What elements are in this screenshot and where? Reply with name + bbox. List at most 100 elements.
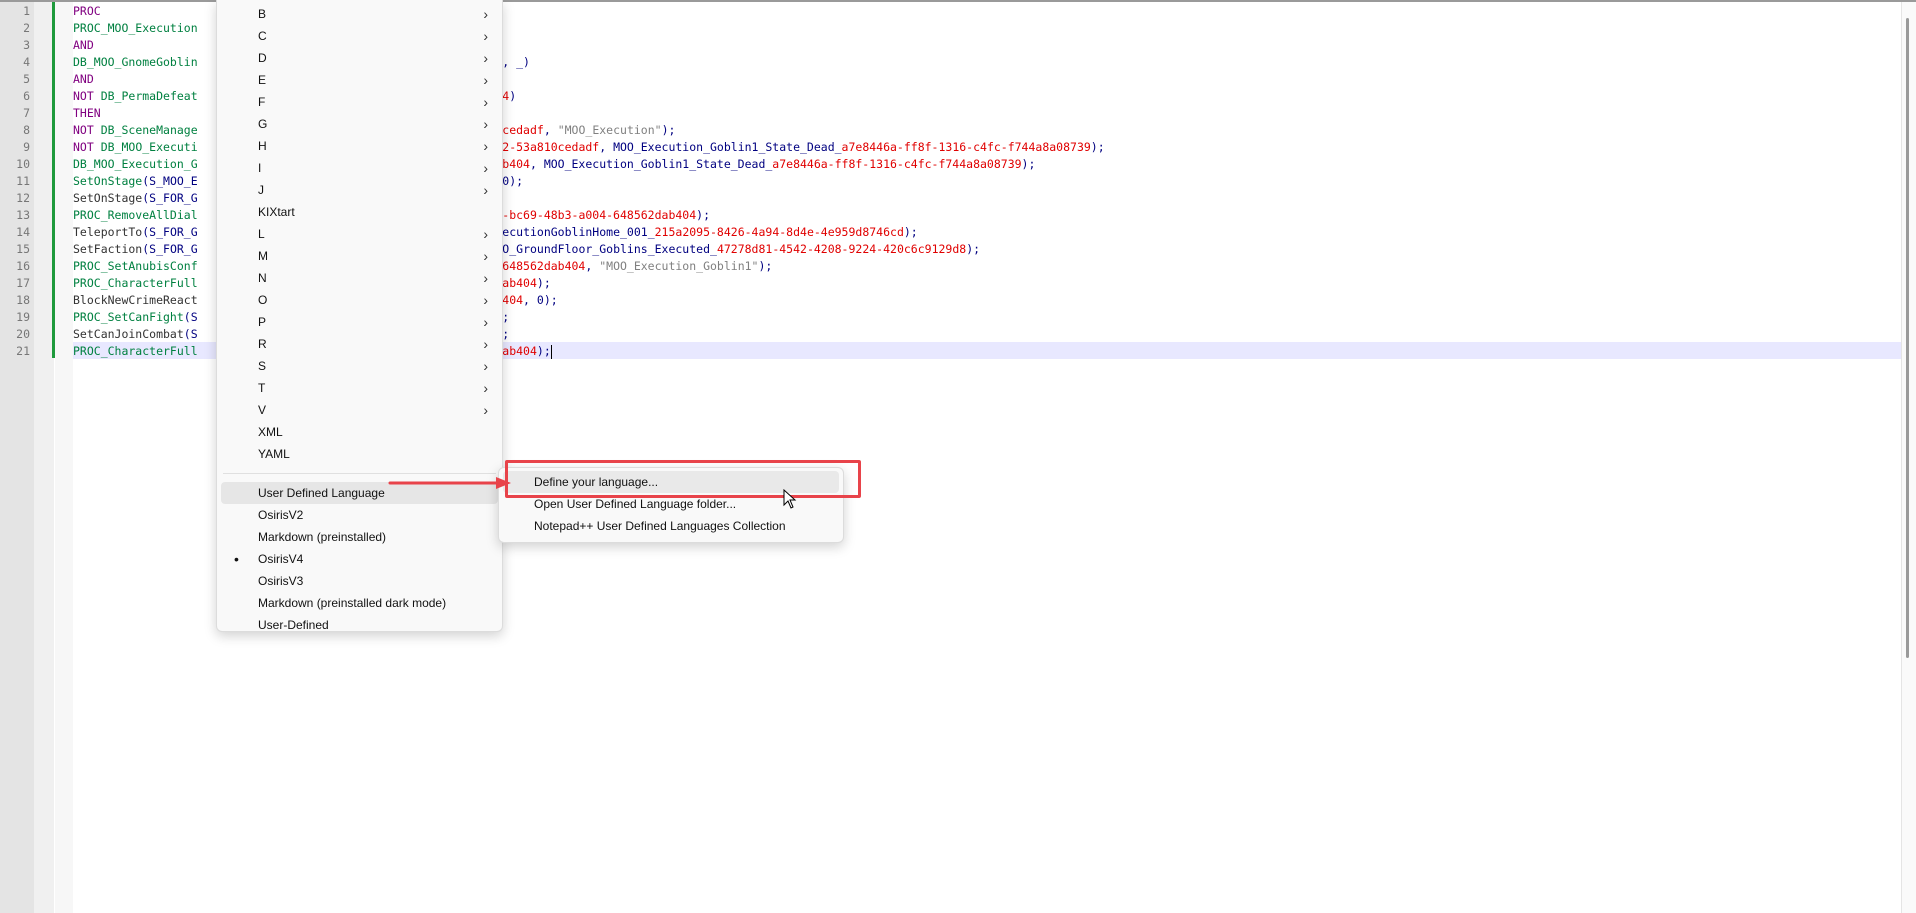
menu-item-label: L (258, 227, 265, 241)
line-number: 20 (16, 327, 30, 341)
menu-item-markdown-preinstalled[interactable]: Markdown (preinstalled) (221, 526, 498, 548)
change-history-bar (52, 2, 55, 358)
chevron-right-icon: › (483, 6, 488, 22)
code-token: DB_MOO_Executi (100, 140, 198, 154)
code-line[interactable]: AND (73, 71, 94, 88)
chevron-right-icon: › (483, 336, 488, 352)
code-token: PROC_RemoveAllDial (73, 208, 198, 222)
menu-item-g[interactable]: G › (221, 113, 498, 135)
menu-item-m[interactable]: M › (221, 245, 498, 267)
chevron-right-icon: › (483, 314, 488, 330)
code-line[interactable]: THEN (73, 105, 101, 122)
code-token: ); (536, 344, 551, 358)
menu-item-kixtart[interactable]: KIXtart (221, 201, 498, 223)
menu-item-n[interactable]: N › (221, 267, 498, 289)
menu-item-label: I (258, 161, 262, 175)
menu-item-label: User-Defined (258, 618, 329, 632)
annotation-highlight-box (505, 460, 861, 498)
menu-item-osirisv2[interactable]: OsirisV2 (221, 504, 498, 526)
menu-item-label: N (258, 271, 267, 285)
menu-item-l[interactable]: L › (221, 223, 498, 245)
menu-item-markdown-preinstalled-dark-mode[interactable]: Markdown (preinstalled dark mode) (221, 592, 498, 614)
code-token: BlockNewCrimeReact (73, 293, 198, 307)
menu-item-label: User Defined Language (258, 486, 385, 500)
chevron-right-icon: › (483, 28, 488, 44)
submenu-item-notepad-user-defined-languages-collection[interactable]: Notepad++ User Defined Languages Collect… (503, 515, 839, 537)
code-token: SetOnStage (73, 191, 143, 205)
line-number: 21 (16, 344, 30, 358)
code-line[interactable]: SetFaction(S_FOR_G 648562dab404, ACT1b_M… (73, 241, 980, 258)
menu-item-d[interactable]: D › (221, 47, 498, 69)
code-line[interactable]: AND (73, 37, 94, 54)
fold-margin[interactable] (34, 2, 54, 913)
code-token: PROC_CharacterFull (73, 344, 198, 358)
menu-item-o[interactable]: O › (221, 289, 498, 311)
line-number: 1 (23, 4, 30, 18)
code-token: DB_MOO_GnomeGoblin (73, 55, 198, 69)
code-token: PROC_SetAnubisConf (73, 259, 198, 273)
code-token: ); (1090, 140, 1105, 154)
chevron-right-icon: › (483, 270, 488, 286)
menu-item-user-defined[interactable]: User-Defined (221, 614, 498, 636)
menu-item-label: H (258, 139, 267, 153)
chevron-right-icon: › (483, 160, 488, 176)
vertical-scrollbar-thumb[interactable] (1906, 18, 1909, 658)
code-token: , 0); (523, 293, 558, 307)
code-token: (S (183, 310, 198, 324)
line-number: 3 (23, 38, 30, 52)
code-token: ); (536, 276, 551, 290)
menu-item-t[interactable]: T › (221, 377, 498, 399)
code-token: PROC_MOO_Execution (73, 21, 198, 35)
code-token: ); (661, 123, 676, 137)
code-token: (S_MOO_E (142, 174, 198, 188)
checked-bullet-icon: • (234, 551, 239, 567)
menu-item-s[interactable]: S › (221, 355, 498, 377)
code-line[interactable]: PROC_MOO_Execution (73, 20, 198, 37)
menu-item-f[interactable]: F › (221, 91, 498, 113)
menu-item-i[interactable]: I › (221, 157, 498, 179)
code-token: (S (183, 327, 198, 341)
menu-item-label: D (258, 51, 267, 65)
menu-item-v[interactable]: V › (221, 399, 498, 421)
menu-item-j[interactable]: J › (221, 179, 498, 201)
menu-item-p[interactable]: P › (221, 311, 498, 333)
line-number: 8 (23, 123, 30, 137)
menu-item-osirisv3[interactable]: OsirisV3 (221, 570, 498, 592)
language-menu: B › C › D › E › F › G › H › I › J › KIXtart L › M › N › O › P › R › S › T… (216, 0, 503, 632)
code-token: , MOO_Execution_Goblin1_State_Dead_ (599, 140, 842, 154)
menu-item-yaml[interactable]: YAML (221, 443, 498, 465)
menu-item-label: O (258, 293, 268, 307)
code-token: , (543, 123, 558, 137)
menu-item-b[interactable]: B › (221, 3, 498, 25)
menu-item-h[interactable]: H › (221, 135, 498, 157)
chevron-right-icon: › (483, 358, 488, 374)
code-token: SetOnStage (73, 174, 143, 188)
code-token: (S_FOR_G (142, 242, 198, 256)
code-token: 215a2095-8426-4a94-8d4e-4e959d8746cd (654, 225, 904, 239)
menu-item-xml[interactable]: XML (221, 421, 498, 443)
menu-item-c[interactable]: C › (221, 25, 498, 47)
code-token: DB_SceneManage (100, 123, 198, 137)
code-line[interactable]: PROC (73, 3, 101, 20)
menu-item-r[interactable]: R › (221, 333, 498, 355)
code-token: PROC_SetCanFight (73, 310, 184, 324)
line-number: 15 (16, 242, 30, 256)
menu-item-osirisv4[interactable]: • OsirisV4 (221, 548, 498, 570)
line-number: 10 (16, 157, 30, 171)
menu-item-label: F (258, 95, 266, 109)
code-token: AND (73, 38, 94, 52)
code-token: PROC (73, 4, 101, 18)
menu-item-label: E (258, 73, 267, 87)
code-token: DB_MOO_Execution_G (73, 157, 198, 171)
menu-item-label: G (258, 117, 268, 131)
menu-item-label: YAML (258, 447, 290, 461)
line-number: 12 (16, 191, 30, 205)
code-token: (S_FOR_G (142, 191, 198, 205)
code-token: ); (758, 259, 773, 273)
menu-item-label: J (258, 183, 264, 197)
menu-item-label: P (258, 315, 267, 329)
code-token: AND (73, 72, 94, 86)
menu-separator (223, 473, 496, 474)
chevron-right-icon: › (483, 292, 488, 308)
menu-item-e[interactable]: E › (221, 69, 498, 91)
